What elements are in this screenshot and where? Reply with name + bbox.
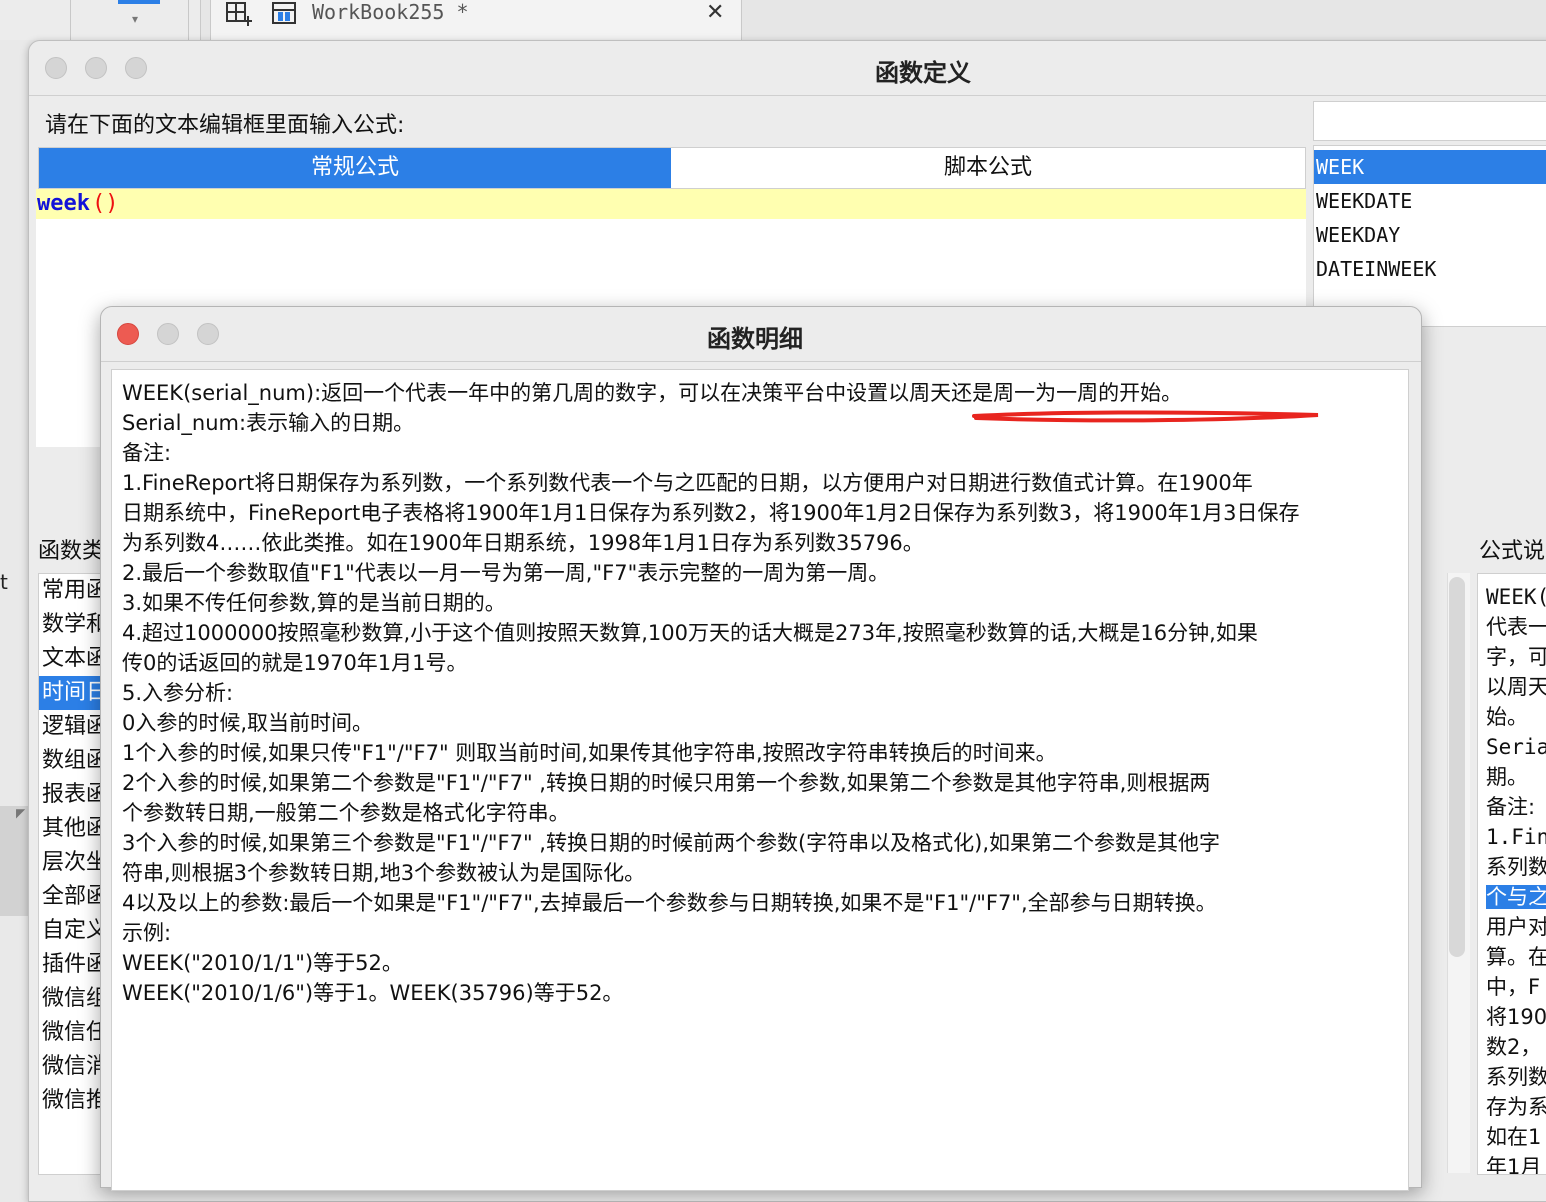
description-line: 数2， xyxy=(1486,1035,1542,1059)
toolbar-divider xyxy=(188,0,189,40)
description-line: 年1月 xyxy=(1486,1155,1542,1175)
detail-line: 0入参的时候,取当前时间。 xyxy=(122,711,374,735)
detail-line: WEEK("2010/1/6")等于1。WEEK(35796)等于52。 xyxy=(122,981,624,1005)
function-item-dateinweek[interactable]: DATEINWEEK xyxy=(1314,252,1546,286)
description-line: 系列数 xyxy=(1486,1065,1546,1089)
collapse-arrow-icon[interactable]: ◤ xyxy=(16,806,25,820)
zoom-detail-button[interactable] xyxy=(197,323,219,345)
description-line: 系列数 xyxy=(1486,855,1546,879)
description-line: 将190 xyxy=(1486,1005,1546,1029)
close-detail-button[interactable] xyxy=(117,323,139,345)
category-label: 函数类 xyxy=(38,539,105,564)
detail-title: 函数明细 xyxy=(707,325,803,353)
close-window-button[interactable] xyxy=(45,57,67,79)
detail-line: 2.最后一个参数取值"F1"代表以一月一号为第一周,"F7"表示完整的一周为第一… xyxy=(122,561,890,585)
formula-function-name: week xyxy=(37,191,90,216)
description-line: 备注: xyxy=(1486,795,1536,819)
detail-titlebar: 函数明细 xyxy=(101,307,1421,362)
workbook-icon xyxy=(272,2,296,24)
zoom-window-button[interactable] xyxy=(125,57,147,79)
detail-line: 为系列数4……依此类推。如在1900年日期系统，1998年1月1日存为系列数35… xyxy=(122,531,924,555)
editor-current-line: week () xyxy=(36,189,1306,219)
formula-description-panel: WEEK( 代表一 字，可 以周天 始。 Seria 期。 备注: 1.Fin … xyxy=(1477,573,1546,1175)
formula-prompt-label: 请在下面的文本编辑框里面输入公式: xyxy=(45,113,405,138)
detail-line: 3.如果不传任何参数,算的是当前日期的。 xyxy=(122,591,506,615)
detail-line: 备注: xyxy=(122,441,172,465)
detail-line: 5.入参分析: xyxy=(122,681,234,705)
description-line: 存为系 xyxy=(1486,1095,1546,1119)
description-line: Seria xyxy=(1486,735,1546,759)
description-line: 中，F xyxy=(1486,975,1541,999)
formula-parentheses: () xyxy=(92,191,119,216)
description-line: 字，可 xyxy=(1486,645,1546,669)
description-line: 期。 xyxy=(1486,765,1528,789)
detail-line: 传0的话返回的就是1970年1月1号。 xyxy=(122,651,468,675)
toolbar-divider xyxy=(70,0,71,40)
detail-line: 1个入参的时候,如果只传"F1"/"F7" 则取当前时间,如果传其他字符串,按照… xyxy=(122,741,1057,765)
function-detail-dialog: 函数明细 WEEK(serial_num):返回一个代表一年中的第几周的数字，可… xyxy=(100,306,1422,1191)
list-scrollbar-thumb[interactable] xyxy=(1449,577,1465,957)
function-item-weekday[interactable]: WEEKDAY xyxy=(1314,218,1546,252)
red-underline-annotation xyxy=(972,410,1319,423)
add-sheet-icon[interactable] xyxy=(226,2,252,26)
detail-line: Serial_num:表示输入的日期。 xyxy=(122,411,415,435)
dialog-title: 函数定义 xyxy=(875,59,971,87)
detail-line: 3个入参的时候,如果第三个参数是"F1"/"F7" ,转换日期的时候前两个参数(… xyxy=(122,831,1221,855)
dialog-titlebar: 函数定义 xyxy=(29,41,1546,96)
detail-line: 示例: xyxy=(122,921,172,945)
detail-line: WEEK("2010/1/1")等于52。 xyxy=(122,951,403,975)
description-line: WEEK( xyxy=(1486,585,1546,609)
background-panel-strip xyxy=(0,806,28,916)
toolbar-active-indicator xyxy=(118,0,160,4)
background-text-fragment: t xyxy=(0,570,8,594)
detail-line: 1.FineReport将日期保存为系列数，一个系列数代表一个与之匹配的日期，以… xyxy=(122,471,1253,495)
description-line-selected: 个与之 xyxy=(1478,882,1546,912)
formula-mode-tabs: 常规公式 脚本公式 xyxy=(38,147,1306,189)
description-line: 代表一 xyxy=(1486,615,1546,639)
description-line: 用户对 xyxy=(1486,915,1546,939)
minimize-window-button[interactable] xyxy=(85,57,107,79)
detail-line: 个参数转日期,一般第二个参数是格式化字符串。 xyxy=(122,801,570,825)
description-line: 如在1 xyxy=(1486,1125,1542,1149)
description-line: 算。在 xyxy=(1486,945,1546,969)
description-line: 以周天 xyxy=(1486,675,1546,699)
minimize-detail-button[interactable] xyxy=(157,323,179,345)
detail-line: 4.超过1000000按照毫秒数算,小于这个值则按照天数算,100万天的话大概是… xyxy=(122,621,1258,645)
function-item-week[interactable]: WEEK xyxy=(1314,150,1546,184)
tab-normal-formula[interactable]: 常规公式 xyxy=(39,148,671,188)
workbook-tab-title[interactable]: WorkBook255 * xyxy=(312,0,469,24)
detail-line: 4以及以上的参数:最后一个如果是"F1"/"F7",去掉最后一个参数参与日期转换… xyxy=(122,891,1217,915)
function-list: WEEK WEEKDATE WEEKDAY DATEINWEEK xyxy=(1313,145,1546,327)
function-search-input[interactable] xyxy=(1313,101,1546,141)
tab-script-formula[interactable]: 脚本公式 xyxy=(671,148,1305,188)
detail-line: 日期系统中，FineReport电子表格将1900年1月1日保存为系列数2，将1… xyxy=(122,501,1300,525)
detail-line: WEEK(serial_num):返回一个代表一年中的第几周的数字，可以在决策平… xyxy=(122,381,1183,405)
description-line: 1.Fin xyxy=(1486,825,1546,849)
close-tab-icon[interactable]: ✕ xyxy=(706,0,724,25)
description-line: 始。 xyxy=(1486,705,1528,729)
description-label: 公式说 xyxy=(1479,539,1546,564)
detail-line: 2个入参的时候,如果第二个参数是"F1"/"F7" ,转换日期的时候只用第一个参… xyxy=(122,771,1211,795)
detail-line: 符串,则根据3个参数转日期,地3个参数被认为是国际化。 xyxy=(122,861,646,885)
function-item-weekdate[interactable]: WEEKDATE xyxy=(1314,184,1546,218)
toolbar-left-block xyxy=(0,0,201,40)
function-detail-text: WEEK(serial_num):返回一个代表一年中的第几周的数字，可以在决策平… xyxy=(111,369,1409,1191)
dropdown-arrow-icon[interactable]: ▾ xyxy=(132,12,138,26)
